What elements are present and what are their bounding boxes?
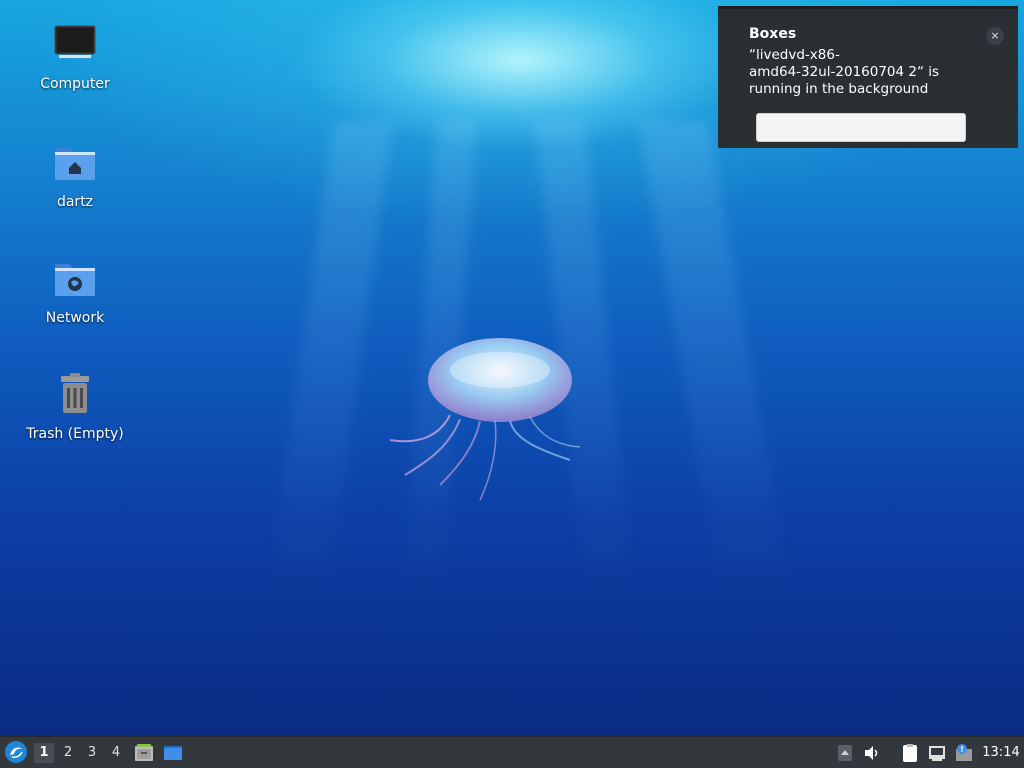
lubuntu-logo-icon bbox=[6, 742, 26, 762]
light-ray bbox=[637, 120, 793, 600]
desktop-icon-computer[interactable]: Computer bbox=[20, 22, 130, 92]
workspace-4[interactable]: 4 bbox=[106, 743, 126, 763]
desktop-background: Computer dartz Network Trash (Empty) Box… bbox=[0, 0, 1024, 736]
close-icon[interactable]: × bbox=[986, 27, 1004, 45]
notification-title: Boxes bbox=[749, 26, 797, 42]
update-notifier-icon[interactable] bbox=[954, 743, 974, 763]
tray-arrow-icon[interactable] bbox=[835, 743, 855, 763]
notification-body: “livedvd-x86- amd64-32ul-20160704 2“ is … bbox=[749, 47, 940, 97]
desktop-icon-trash[interactable]: Trash (Empty) bbox=[20, 372, 130, 442]
clipboard-icon[interactable] bbox=[900, 743, 920, 763]
notification-popup[interactable]: Boxes “livedvd-x86- amd64-32ul-20160704 … bbox=[718, 6, 1018, 148]
network-folder-icon bbox=[55, 264, 95, 296]
workspace-3[interactable]: 3 bbox=[82, 743, 102, 763]
trash-icon bbox=[61, 373, 89, 413]
workspace-2[interactable]: 2 bbox=[58, 743, 78, 763]
desktop-icon-label: Trash (Empty) bbox=[26, 426, 124, 442]
home-folder-icon bbox=[55, 148, 95, 180]
jellyfish-image bbox=[389, 338, 581, 501]
notification-action-button[interactable] bbox=[756, 113, 966, 142]
desktop-icon-home[interactable]: dartz bbox=[20, 140, 130, 210]
desktop-icon[interactable] bbox=[163, 743, 183, 763]
desktop-icon-label: dartz bbox=[56, 194, 94, 210]
computer-icon bbox=[54, 25, 96, 58]
start-menu-button[interactable] bbox=[5, 741, 27, 763]
workspace-1[interactable]: 1 bbox=[34, 743, 54, 763]
file-manager-icon[interactable] bbox=[134, 743, 154, 763]
network-icon[interactable] bbox=[927, 743, 947, 763]
taskbar: 1 2 3 4 13:14 bbox=[0, 736, 1024, 768]
clock[interactable]: 13:14 bbox=[980, 743, 1022, 763]
desktop-icon-label: Computer bbox=[40, 76, 110, 92]
desktop-icon-label: Network bbox=[45, 310, 105, 326]
volume-icon[interactable] bbox=[862, 743, 882, 763]
light-ray bbox=[266, 120, 394, 600]
desktop-icon-network[interactable]: Network bbox=[20, 256, 130, 326]
